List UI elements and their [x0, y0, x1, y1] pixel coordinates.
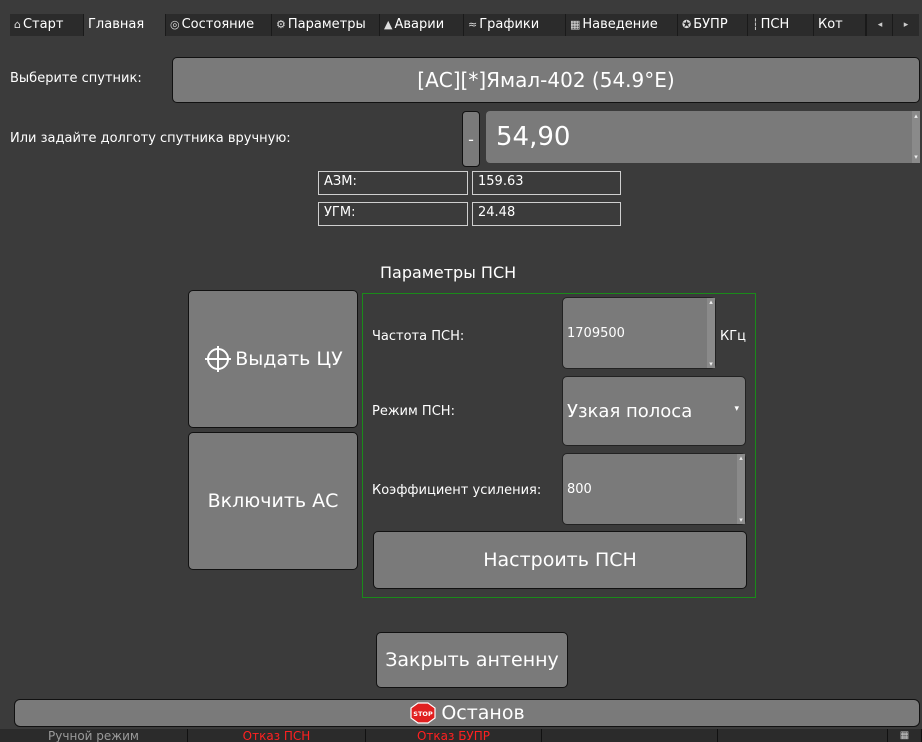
eye-icon: ◎ [170, 18, 180, 31]
psn-frequency-input[interactable]: 1709500 ▴ ▾ [562, 297, 716, 369]
tab-charts[interactable]: ≈ Графики [464, 14, 566, 36]
status-manual-mode: Ручной режим [0, 729, 188, 742]
spin-up-icon[interactable]: ▴ [739, 454, 743, 462]
tab-kot[interactable]: Кот [814, 14, 866, 36]
spin-up-icon[interactable]: ▴ [912, 111, 920, 137]
tab-state[interactable]: ◎ Состояние [166, 14, 272, 36]
longitude-sign-button[interactable]: - [462, 111, 480, 167]
chart-icon: ≈ [468, 18, 478, 31]
crosshair-icon [205, 346, 232, 372]
chevron-down-icon: ▾ [734, 404, 739, 414]
svg-text:STOP: STOP [414, 710, 434, 718]
satellite-label: Выберите спутник: [10, 71, 142, 86]
psn-frequency-value: 1709500 [567, 325, 625, 341]
tab-bupr[interactable]: ✪ БУПР [678, 14, 748, 36]
psn-frequency-spin[interactable]: ▴ ▾ [707, 298, 715, 368]
psn-title: Параметры ПСН [380, 263, 517, 282]
chevron-left-icon: ◂ [877, 20, 883, 30]
app-window: ⌂ Старт Главная ◎ Состояние ⚙ Параметры ▲ Ав… [0, 0, 922, 742]
psn-mode-value: Узкая полоса [567, 400, 693, 422]
longitude-label: Или задайте долготу спутника вручную: [10, 131, 291, 146]
psn-mode-select[interactable]: Узкая полоса ▾ [562, 376, 746, 446]
warning-icon: ▲ [384, 18, 393, 31]
longitude-spin-arrows[interactable]: ▴ ▾ [912, 111, 920, 163]
tab-scroll-left-button[interactable]: ◂ [866, 14, 893, 36]
psn-frequency-label: Частота ПСН: [372, 329, 465, 344]
chevron-right-icon: ▸ [903, 20, 909, 30]
psn-mode-label: Режим ПСН: [372, 404, 455, 419]
configure-psn-button[interactable]: Настроить ПСН [373, 531, 747, 589]
tab-params[interactable]: ⚙ Параметры [272, 14, 380, 36]
bupr-icon: ✪ [682, 18, 692, 31]
tab-scroll-right-button[interactable]: ▸ [892, 14, 919, 36]
signal-icon: ┆ [752, 18, 759, 31]
target-designation-label: Выдать ЦУ [235, 348, 343, 370]
tab-bar: ⌂ Старт Главная ◎ Состояние ⚙ Параметры ▲ Ав… [10, 14, 919, 36]
gear-icon: ⚙ [276, 18, 286, 31]
tab-alarms[interactable]: ▲ Аварии [380, 14, 464, 36]
status-cell-4 [542, 729, 718, 742]
target-icon: ▦ [570, 18, 581, 31]
longitude-input[interactable]: 54,90 [486, 111, 920, 163]
ugm-label: УГМ: [318, 202, 468, 226]
tab-pointing[interactable]: ▦ Наведение [566, 14, 678, 36]
keyboard-icon[interactable]: ▦ [888, 729, 922, 742]
close-antenna-button[interactable]: Закрыть антенну [376, 632, 568, 688]
longitude-value: 54,90 [496, 122, 571, 152]
tab-start[interactable]: ⌂ Старт [10, 14, 84, 36]
tab-psn[interactable]: ┆ ПСН [748, 14, 814, 36]
ugm-value: 24.48 [472, 202, 621, 226]
azm-value: 159.63 [472, 171, 621, 195]
tab-main[interactable]: Главная [84, 14, 166, 36]
status-cell-5 [718, 729, 888, 742]
azm-label: АЗМ: [318, 171, 468, 195]
psn-frequency-unit: КГц [720, 329, 747, 344]
stop-icon: STOP [410, 702, 436, 724]
psn-gain-input[interactable]: 800 ▴ ▾ [562, 453, 746, 525]
status-bar: Ручной режим Отказ ПСН Отказ БУПР ▦ [0, 729, 922, 742]
stop-button[interactable]: STOP Останов [14, 699, 920, 727]
status-bupr-fault: Отказ БУПР [366, 729, 542, 742]
psn-gain-label: Коэффициент усиления: [372, 483, 542, 498]
spin-up-icon[interactable]: ▴ [709, 298, 713, 306]
stop-label: Останов [441, 702, 525, 724]
enable-as-button[interactable]: Включить АС [188, 432, 358, 570]
target-designation-button[interactable]: Выдать ЦУ [188, 290, 358, 428]
home-icon: ⌂ [14, 18, 21, 31]
psn-gain-spin[interactable]: ▴ ▾ [737, 454, 745, 524]
spin-down-icon[interactable]: ▾ [709, 360, 713, 368]
status-psn-fault: Отказ ПСН [188, 729, 366, 742]
spin-down-icon[interactable]: ▾ [739, 516, 743, 524]
spin-down-icon[interactable]: ▾ [912, 137, 920, 163]
psn-gain-value: 800 [567, 481, 592, 497]
satellite-select[interactable]: [АС][*]Ямал-402 (54.9°E) [172, 57, 920, 103]
